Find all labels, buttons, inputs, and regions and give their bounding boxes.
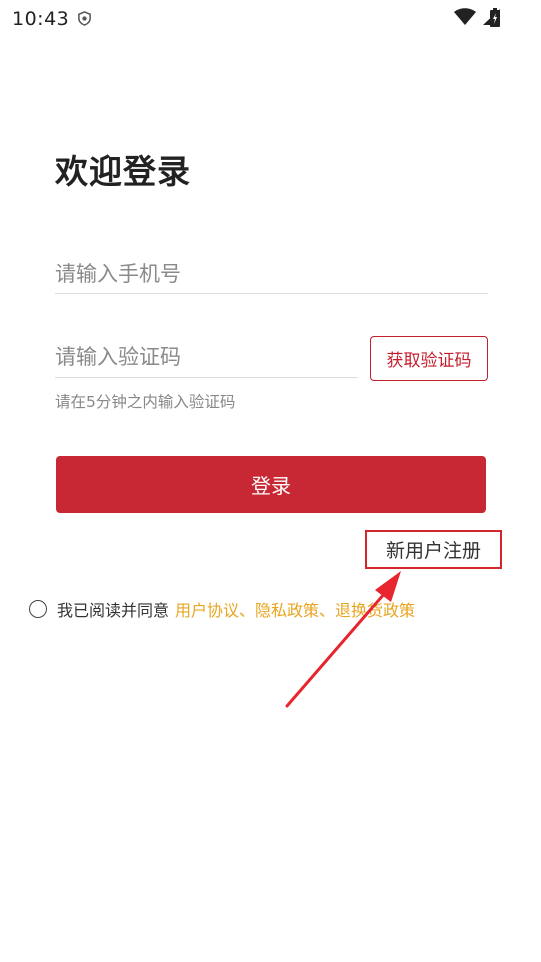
- get-code-button[interactable]: 获取验证码: [370, 336, 488, 381]
- status-time: 10:43: [12, 8, 70, 30]
- agreement-row: 我已阅读并同意 用户协议、隐私政策、退换货政策: [29, 597, 415, 621]
- policy-links[interactable]: 用户协议、隐私政策、退换货政策: [175, 597, 415, 621]
- battery-icon: [490, 8, 500, 27]
- shield-icon: [78, 11, 91, 26]
- status-bar: 10:43: [0, 0, 541, 38]
- login-button[interactable]: 登录: [56, 456, 486, 513]
- verification-code-input[interactable]: [55, 337, 358, 378]
- wifi-icon: [454, 8, 476, 25]
- phone-input[interactable]: [55, 254, 488, 294]
- agree-radio[interactable]: [29, 600, 47, 618]
- code-hint: 请在5分钟之内输入验证码: [55, 393, 236, 411]
- agree-text: 我已阅读并同意: [57, 601, 170, 620]
- page-title: 欢迎登录: [55, 152, 191, 191]
- register-link[interactable]: 新用户注册: [365, 530, 502, 569]
